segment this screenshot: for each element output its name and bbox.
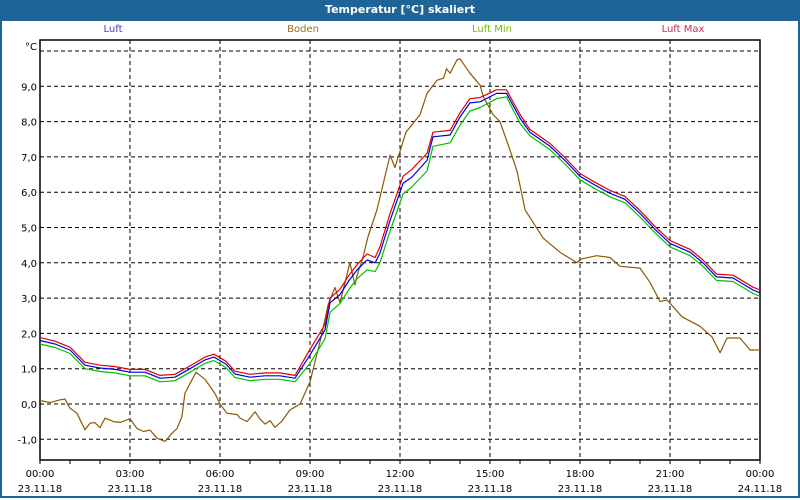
x-tick-time: 00:00 <box>746 469 775 480</box>
x-tick-date: 23.11.18 <box>198 484 243 495</box>
x-tick-time: 21:00 <box>656 469 685 480</box>
x-tick-time: 03:00 <box>116 469 145 480</box>
y-tick-label: 8,0 <box>21 118 37 129</box>
x-tick-date: 23.11.18 <box>648 484 693 495</box>
x-tick-time: 12:00 <box>386 469 415 480</box>
x-tick-time: 18:00 <box>566 469 595 480</box>
y-tick-label: 0,0 <box>21 400 37 411</box>
y-tick-label: 5,0 <box>21 224 37 235</box>
x-tick-date: 23.11.18 <box>288 484 333 495</box>
x-tick-date: 23.11.18 <box>18 484 63 495</box>
y-tick-label: 2,0 <box>21 329 37 340</box>
temperature-chart: °C -1,0 0,0 1,0 2,0 3,0 4,0 5,0 6,0 7,0 8,0 9,0 00:… <box>17 39 783 495</box>
y-tick-label: 6,0 <box>21 188 37 199</box>
x-tick-date: 23.11.18 <box>108 484 153 495</box>
y-tick-label: -1,0 <box>17 435 37 446</box>
y-tick-label: 9,0 <box>21 82 37 93</box>
x-tick-date: 23.11.18 <box>468 484 513 495</box>
x-tick-date: 23.11.18 <box>378 484 423 495</box>
y-tick-label: 7,0 <box>21 153 37 164</box>
y-axis-unit: °C <box>25 42 37 53</box>
y-tick-label: 4,0 <box>21 259 37 270</box>
x-tick-time: 09:00 <box>296 469 325 480</box>
x-tick-date: 23.11.18 <box>558 484 603 495</box>
x-tick-time: 15:00 <box>476 469 505 480</box>
y-tick-label: 1,0 <box>21 365 37 376</box>
x-tick-time: 06:00 <box>206 469 235 480</box>
y-tick-label: 3,0 <box>21 294 37 305</box>
x-tick-date: 24.11.18 <box>738 484 783 495</box>
x-tick-time: 00:00 <box>26 469 55 480</box>
